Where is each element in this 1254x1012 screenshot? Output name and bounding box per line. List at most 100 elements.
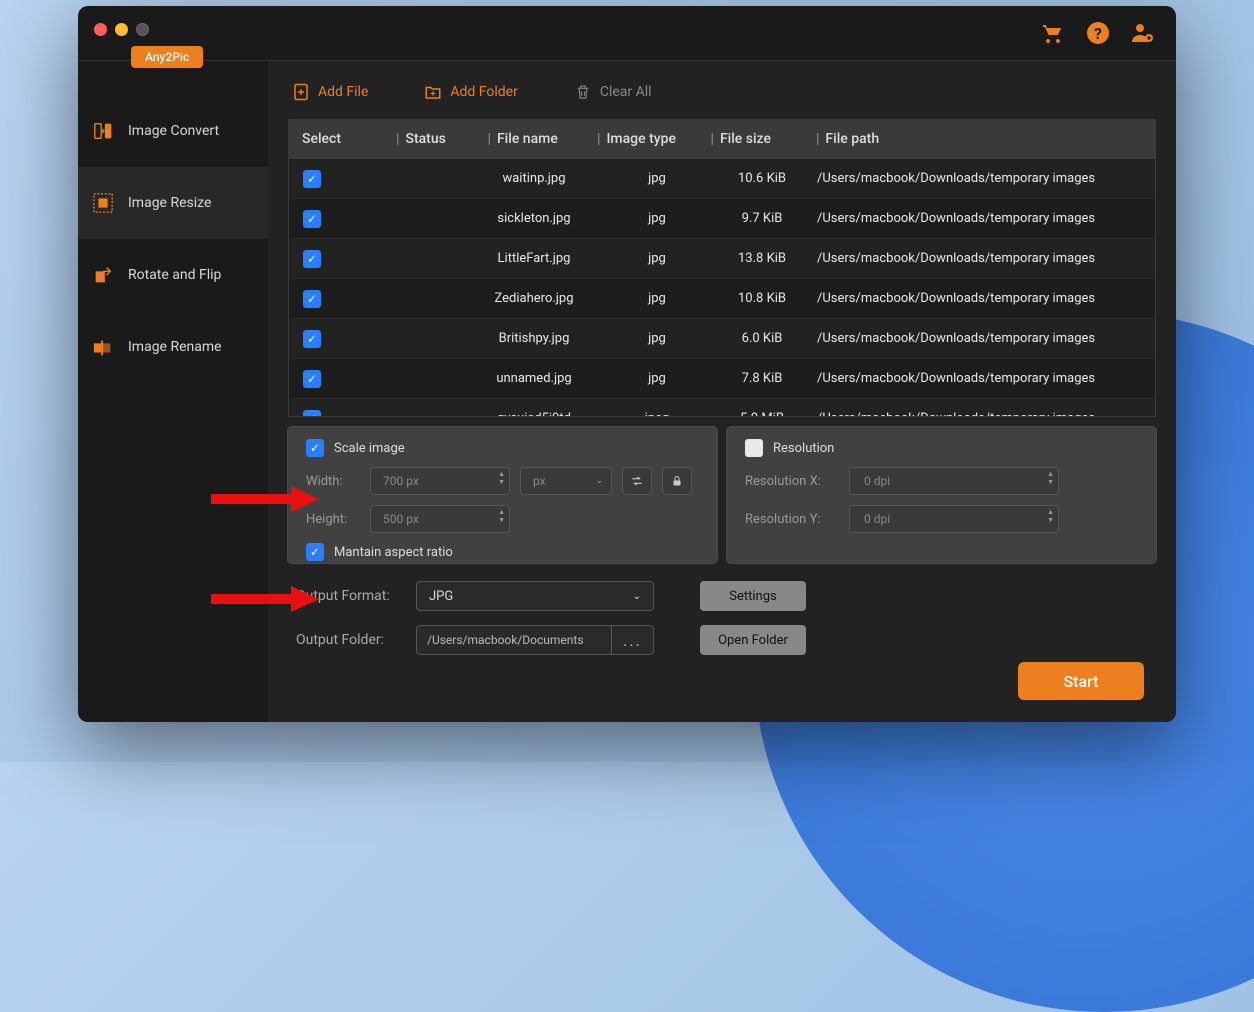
row-type: jpg: [607, 331, 707, 346]
annotation-arrow: [211, 586, 321, 612]
resolution-y-label: Resolution Y:: [745, 512, 839, 527]
row-size: 10.8 KiB: [707, 291, 817, 306]
lock-icon: [671, 474, 683, 488]
swap-button[interactable]: [622, 467, 652, 495]
row-path: /Users/macbook/Downloads/temporary image…: [817, 291, 1155, 306]
height-label: Height:: [306, 512, 360, 527]
row-path: /Users/macbook/Downloads/temporary image…: [817, 171, 1155, 186]
sidebar-item-label: Rotate and Flip: [128, 267, 221, 283]
clear-all-button[interactable]: Clear All: [574, 83, 652, 101]
table-row: ✓ gysujed5j9td jpeg 5.0 MiB /Users/macbo…: [289, 399, 1155, 417]
width-input[interactable]: 700 px▲▼: [370, 467, 510, 495]
sidebar-item-rename[interactable]: Image Rename: [78, 311, 268, 383]
sidebar-item-convert[interactable]: Image Convert: [78, 95, 268, 167]
th-filepath: File path: [825, 131, 889, 147]
trash-icon: [574, 83, 592, 101]
th-select: Select: [302, 131, 390, 147]
table-row: ✓ waitinp.jpg jpg 10.6 KiB /Users/macboo…: [289, 159, 1155, 199]
th-imagetype: Image type: [606, 131, 704, 147]
row-size: 6.0 KiB: [707, 331, 817, 346]
row-size: 5.0 MiB: [707, 411, 817, 417]
row-checkbox[interactable]: ✓: [303, 210, 321, 228]
add-file-icon: [292, 83, 310, 101]
aspect-ratio-label: Mantain aspect ratio: [334, 545, 453, 560]
sidebar-item-resize[interactable]: Image Resize: [78, 167, 268, 239]
add-folder-label: Add Folder: [450, 84, 517, 100]
row-size: 13.8 KiB: [707, 251, 817, 266]
resolution-x-label: Resolution X:: [745, 474, 839, 489]
open-folder-button[interactable]: Open Folder: [700, 625, 806, 655]
app-badge: Any2Pic: [131, 46, 203, 68]
scale-panel: ✓ Scale image Width: 700 px▲▼ px⌄ Height…: [288, 427, 717, 563]
rename-icon: [92, 336, 114, 358]
table-row: ✓ Britishpy.jpg jpg 6.0 KiB /Users/macbo…: [289, 319, 1155, 359]
th-filesize: File size: [720, 131, 810, 147]
row-checkbox[interactable]: ✓: [303, 370, 321, 388]
output-format-select[interactable]: JPG⌄: [416, 581, 654, 611]
row-size: 7.8 KiB: [707, 371, 817, 386]
help-icon[interactable]: ?: [1086, 21, 1110, 45]
resolution-checkbox[interactable]: [745, 439, 763, 457]
clear-all-label: Clear All: [600, 84, 652, 100]
row-checkbox[interactable]: ✓: [303, 330, 321, 348]
output-folder-path: /Users/macbook/Documents: [416, 625, 612, 655]
maximize-window-button[interactable]: [136, 23, 149, 36]
row-type: jpg: [607, 171, 707, 186]
row-filename: gysujed5j9td: [461, 411, 607, 417]
row-type: jpg: [607, 251, 707, 266]
sidebar-item-label: Image Resize: [128, 195, 211, 211]
add-file-label: Add File: [318, 84, 368, 100]
settings-button[interactable]: Settings: [700, 581, 806, 611]
table-row: ✓ LittleFart.jpg jpg 13.8 KiB /Users/mac…: [289, 239, 1155, 279]
row-filename: LittleFart.jpg: [461, 251, 607, 266]
swap-icon: [630, 474, 644, 488]
row-checkbox[interactable]: ✓: [303, 250, 321, 268]
scale-image-checkbox[interactable]: ✓: [306, 439, 324, 457]
height-input[interactable]: 500 px▲▼: [370, 505, 510, 533]
annotation-arrow: [211, 486, 321, 512]
traffic-lights: [94, 23, 149, 36]
titlebar: ?: [78, 6, 1176, 60]
resize-icon: [92, 192, 114, 214]
row-type: jpeg: [607, 411, 707, 417]
lock-button[interactable]: [662, 467, 692, 495]
table-row: ✓ unnamed.jpg jpg 7.8 KiB /Users/macbook…: [289, 359, 1155, 399]
row-filename: Zediahero.jpg: [461, 291, 607, 306]
sidebar-item-label: Image Convert: [128, 123, 219, 139]
unit-select[interactable]: px⌄: [520, 467, 612, 495]
row-size: 9.7 KiB: [707, 211, 817, 226]
convert-icon: [92, 120, 114, 142]
aspect-ratio-checkbox[interactable]: ✓: [306, 543, 324, 561]
table-row: ✓ Zediahero.jpg jpg 10.8 KiB /Users/macb…: [289, 279, 1155, 319]
row-type: jpg: [607, 211, 707, 226]
cart-icon[interactable]: [1040, 21, 1066, 45]
row-path: /Users/macbook/Downloads/temporary image…: [817, 411, 1155, 417]
resolution-x-input[interactable]: 0 dpi▲▼: [849, 467, 1059, 495]
minimize-window-button[interactable]: [115, 23, 128, 36]
table-row: ✓ sickleton.jpg jpg 9.7 KiB /Users/macbo…: [289, 199, 1155, 239]
close-window-button[interactable]: [94, 23, 107, 36]
row-filename: Britishpy.jpg: [461, 331, 607, 346]
sidebar-item-label: Image Rename: [128, 339, 222, 355]
start-button[interactable]: Start: [1018, 662, 1144, 700]
row-size: 10.6 KiB: [707, 171, 817, 186]
row-checkbox[interactable]: ✓: [303, 290, 321, 308]
row-filename: sickleton.jpg: [461, 211, 607, 226]
row-path: /Users/macbook/Downloads/temporary image…: [817, 371, 1155, 386]
app-window: ? Any2Pic Image Convert Image Resize Rot…: [78, 6, 1176, 722]
add-file-button[interactable]: Add File: [292, 83, 368, 101]
file-table: Select| Status| File name| Image type| F…: [288, 119, 1156, 417]
row-filename: waitinp.jpg: [461, 171, 607, 186]
row-path: /Users/macbook/Downloads/temporary image…: [817, 211, 1155, 226]
add-folder-button[interactable]: Add Folder: [424, 83, 517, 101]
row-checkbox[interactable]: ✓: [303, 170, 321, 188]
row-checkbox[interactable]: ✓: [303, 410, 321, 418]
resolution-label: Resolution: [773, 441, 834, 456]
svg-text:?: ?: [1094, 24, 1102, 43]
browse-folder-button[interactable]: ...: [612, 625, 654, 655]
add-user-icon[interactable]: [1130, 21, 1154, 45]
sidebar-item-rotate[interactable]: Rotate and Flip: [78, 239, 268, 311]
resolution-panel: Resolution Resolution X: 0 dpi▲▼ Resolut…: [727, 427, 1156, 563]
resolution-y-input[interactable]: 0 dpi▲▼: [849, 505, 1059, 533]
sidebar: Image Convert Image Resize Rotate and Fl…: [78, 61, 268, 722]
